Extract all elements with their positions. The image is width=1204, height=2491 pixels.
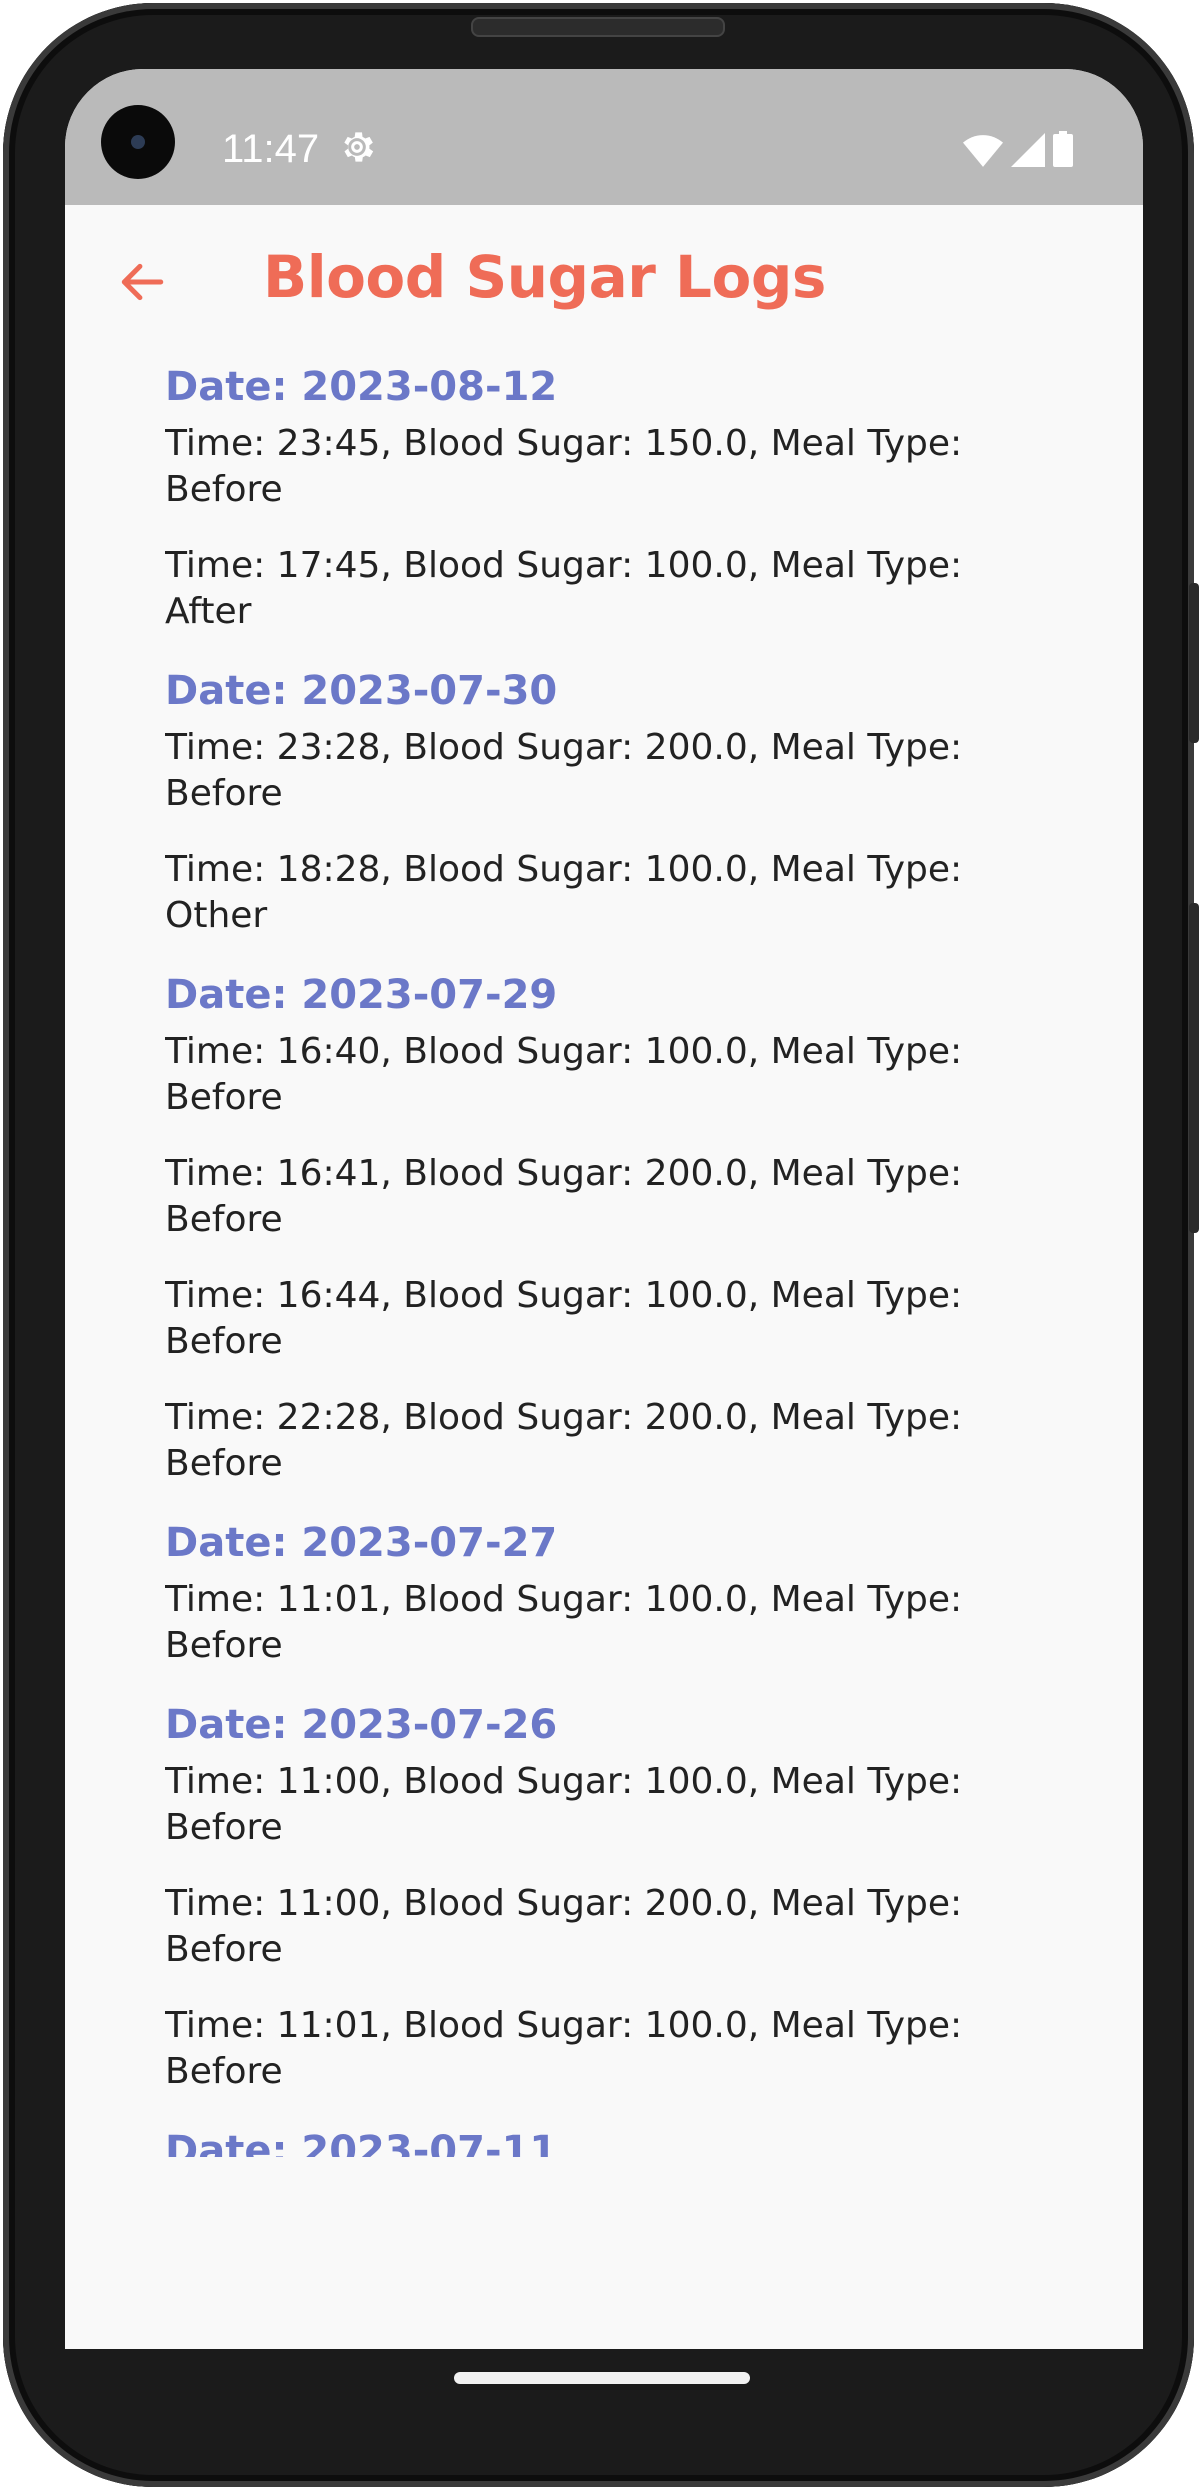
settings-gear-icon [344, 132, 374, 162]
date-header: Date: 2023-07-30 [165, 668, 558, 714]
log-entry: Time: 17:45, Blood Sugar: 100.0, Meal Ty… [165, 545, 963, 632]
log-entry: Time: 11:00, Blood Sugar: 200.0, Meal Ty… [165, 1883, 963, 1970]
date-header: Date: 2023-07-27 [165, 1520, 558, 1566]
system-icons [963, 131, 1073, 167]
arrow-left-icon[interactable] [115, 257, 169, 307]
screen: 11:47 Blood Sugar Logs Date: 2023-08-12 … [65, 69, 1143, 2349]
earpiece-speaker [471, 17, 725, 37]
cell-signal-icon [1011, 133, 1045, 167]
log-group: Date: 2023-07-29 Time: 16:40, Blood Suga… [165, 965, 1065, 1487]
log-entry: Time: 22:28, Blood Sugar: 200.0, Meal Ty… [165, 1397, 963, 1484]
log-group: Date: 2023-07-30 Time: 23:28, Blood Suga… [165, 661, 1065, 939]
status-time: 11:47 [222, 127, 320, 171]
wifi-icon [963, 135, 1003, 167]
status-bar: 11:47 [65, 69, 1143, 205]
log-entry: Time: 16:41, Blood Sugar: 200.0, Meal Ty… [165, 1153, 963, 1240]
log-entry: Time: 11:01, Blood Sugar: 100.0, Meal Ty… [165, 1579, 963, 1666]
date-header: Date: 2023-07-29 [165, 972, 558, 1018]
gesture-nav-bar [62, 2346, 1140, 2416]
date-header: Date: 2023-07-26 [165, 1702, 558, 1748]
log-group: Date: 2023-07-11 [165, 2121, 1065, 2157]
volume-button [1189, 583, 1199, 743]
log-list[interactable]: Date: 2023-08-12 Time: 23:45, Blood Suga… [165, 219, 1065, 2157]
log-group: Date: 2023-07-27 Time: 11:01, Blood Suga… [165, 1513, 1065, 1669]
home-indicator[interactable] [454, 2372, 750, 2384]
front-camera-icon [101, 105, 175, 179]
battery-icon [1053, 131, 1073, 167]
date-header: Date: 2023-07-11 [165, 2128, 558, 2157]
log-entry: Time: 16:44, Blood Sugar: 100.0, Meal Ty… [165, 1275, 963, 1362]
log-entry: Time: 23:45, Blood Sugar: 150.0, Meal Ty… [165, 423, 963, 510]
phone-frame: 11:47 Blood Sugar Logs Date: 2023-08-12 … [3, 3, 1199, 2487]
log-entry: Time: 16:40, Blood Sugar: 100.0, Meal Ty… [165, 1031, 963, 1118]
log-group: Date: 2023-07-26 Time: 11:00, Blood Suga… [165, 1695, 1065, 2095]
date-header: Date: 2023-08-12 [165, 364, 558, 410]
log-entry: Time: 11:00, Blood Sugar: 100.0, Meal Ty… [165, 1761, 963, 1848]
log-entry: Time: 18:28, Blood Sugar: 100.0, Meal Ty… [165, 849, 963, 936]
log-group: Date: 2023-08-12 Time: 23:45, Blood Suga… [165, 357, 1065, 635]
log-entry: Time: 23:28, Blood Sugar: 200.0, Meal Ty… [165, 727, 963, 814]
log-entry: Time: 11:01, Blood Sugar: 100.0, Meal Ty… [165, 2005, 963, 2092]
power-button [1189, 903, 1199, 1233]
